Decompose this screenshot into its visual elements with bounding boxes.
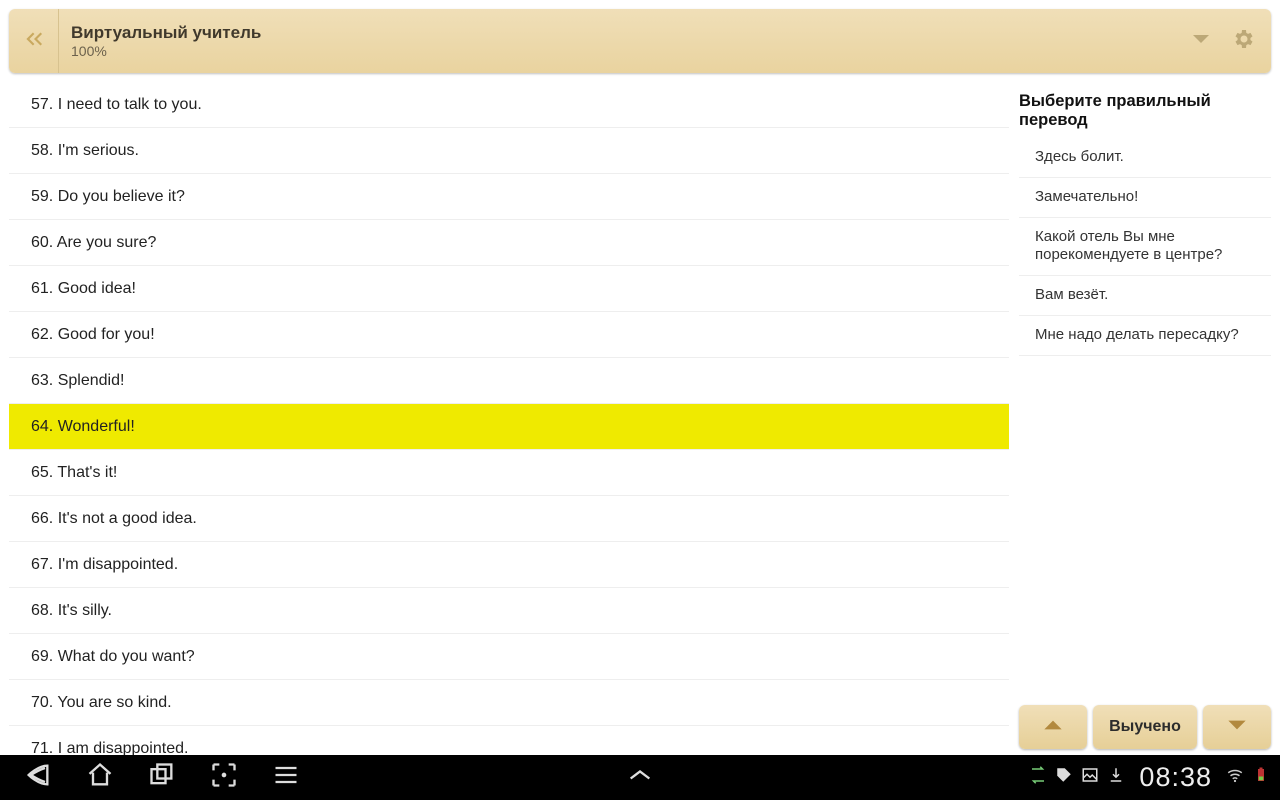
- answer-option[interactable]: Вам везёт.: [1019, 276, 1271, 316]
- answer-prompt: Выберите правильный перевод: [1019, 82, 1271, 138]
- phrase-row[interactable]: 69. What do you want?: [9, 634, 1009, 680]
- status-clock: 08:38: [1133, 762, 1218, 793]
- nav-home-icon[interactable]: [86, 761, 114, 794]
- back-button[interactable]: [9, 9, 59, 73]
- phrase-text: 69. What do you want?: [31, 648, 195, 666]
- answer-option[interactable]: Здесь болит.: [1019, 138, 1271, 178]
- phrase-row[interactable]: 59. Do you believe it?: [9, 174, 1009, 220]
- phrase-row[interactable]: 61. Good idea!: [9, 266, 1009, 312]
- top-bar: Виртуальный учитель 100%: [9, 9, 1271, 73]
- answer-option[interactable]: Замечательно!: [1019, 178, 1271, 218]
- phrase-text: 65. That's it!: [31, 464, 117, 482]
- phrase-row[interactable]: 64. Wonderful!: [9, 404, 1009, 450]
- phrase-row[interactable]: 58. I'm serious.: [9, 128, 1009, 174]
- phrase-text: 58. I'm serious.: [31, 142, 139, 160]
- phrase-text: 70. You are so kind.: [31, 694, 172, 712]
- chevron-up-icon: [1040, 712, 1066, 743]
- phrase-row[interactable]: 70. You are so kind.: [9, 680, 1009, 726]
- phrase-text: 71. I am disappointed.: [31, 740, 188, 756]
- phrase-list[interactable]: 57. I need to talk to you. 58. I'm seriou…: [9, 82, 1009, 755]
- phrase-row[interactable]: 65. That's it!: [9, 450, 1009, 496]
- android-navbar: 08:38: [0, 755, 1280, 800]
- phrase-text: 68. It's silly.: [31, 602, 112, 620]
- status-image-icon: [1081, 766, 1099, 789]
- phrase-row[interactable]: 63. Splendid!: [9, 358, 1009, 404]
- phrase-row[interactable]: 57. I need to talk to you.: [9, 82, 1009, 128]
- next-button[interactable]: [1203, 705, 1271, 749]
- phrase-row[interactable]: 66. It's not a good idea.: [9, 496, 1009, 542]
- progress-text: 100%: [71, 43, 1177, 59]
- phrase-text: 67. I'm disappointed.: [31, 556, 178, 574]
- title-block: Виртуальный учитель 100%: [59, 23, 1189, 59]
- prev-button[interactable]: [1019, 705, 1087, 749]
- phrase-row[interactable]: 71. I am disappointed.: [9, 726, 1009, 755]
- phrase-row[interactable]: 67. I'm disappointed.: [9, 542, 1009, 588]
- answer-panel: Выберите правильный перевод Здесь болит.…: [1019, 82, 1271, 755]
- nav-menu-icon[interactable]: [272, 761, 300, 794]
- answer-option[interactable]: Мне надо делать пересадку?: [1019, 316, 1271, 356]
- phrase-row[interactable]: 60. Are you sure?: [9, 220, 1009, 266]
- page-title: Виртуальный учитель: [71, 23, 1177, 43]
- phrase-text: 60. Are you sure?: [31, 234, 156, 252]
- phrase-text: 66. It's not a good idea.: [31, 510, 197, 528]
- nav-expand-icon[interactable]: [626, 771, 654, 788]
- phrase-text: 62. Good for you!: [31, 326, 155, 344]
- phrase-row[interactable]: 68. It's silly.: [9, 588, 1009, 634]
- phrase-text: 63. Splendid!: [31, 372, 124, 390]
- nav-recent-icon[interactable]: [148, 761, 176, 794]
- answer-options: Здесь болит.Замечательно!Какой отель Вы …: [1019, 138, 1271, 356]
- answer-option[interactable]: Какой отель Вы мне порекомендуете в цент…: [1019, 218, 1271, 277]
- top-icons: [1189, 27, 1271, 56]
- status-sync-icon: [1029, 766, 1047, 789]
- nav-screenshot-icon[interactable]: [210, 761, 238, 794]
- status-battery-icon: [1252, 766, 1270, 789]
- phrase-text: 59. Do you believe it?: [31, 188, 185, 206]
- status-tag-icon: [1055, 766, 1073, 789]
- phrase-text: 64. Wonderful!: [31, 418, 135, 436]
- phrase-row[interactable]: 62. Good for you!: [9, 312, 1009, 358]
- chevron-down-icon: [1224, 712, 1250, 743]
- status-download-icon: [1107, 766, 1125, 789]
- status-wifi-icon: [1226, 766, 1244, 789]
- chevron-left-double-icon: [21, 26, 47, 57]
- phrase-text: 61. Good idea!: [31, 280, 136, 298]
- learned-button[interactable]: Выучено: [1093, 705, 1197, 749]
- phrase-text: 57. I need to talk to you.: [31, 96, 202, 114]
- gear-icon[interactable]: [1231, 27, 1255, 56]
- learned-label: Выучено: [1109, 718, 1181, 736]
- answer-footer: Выучено: [1019, 701, 1271, 755]
- dropdown-icon[interactable]: [1189, 27, 1213, 56]
- nav-back-icon[interactable]: [24, 761, 52, 794]
